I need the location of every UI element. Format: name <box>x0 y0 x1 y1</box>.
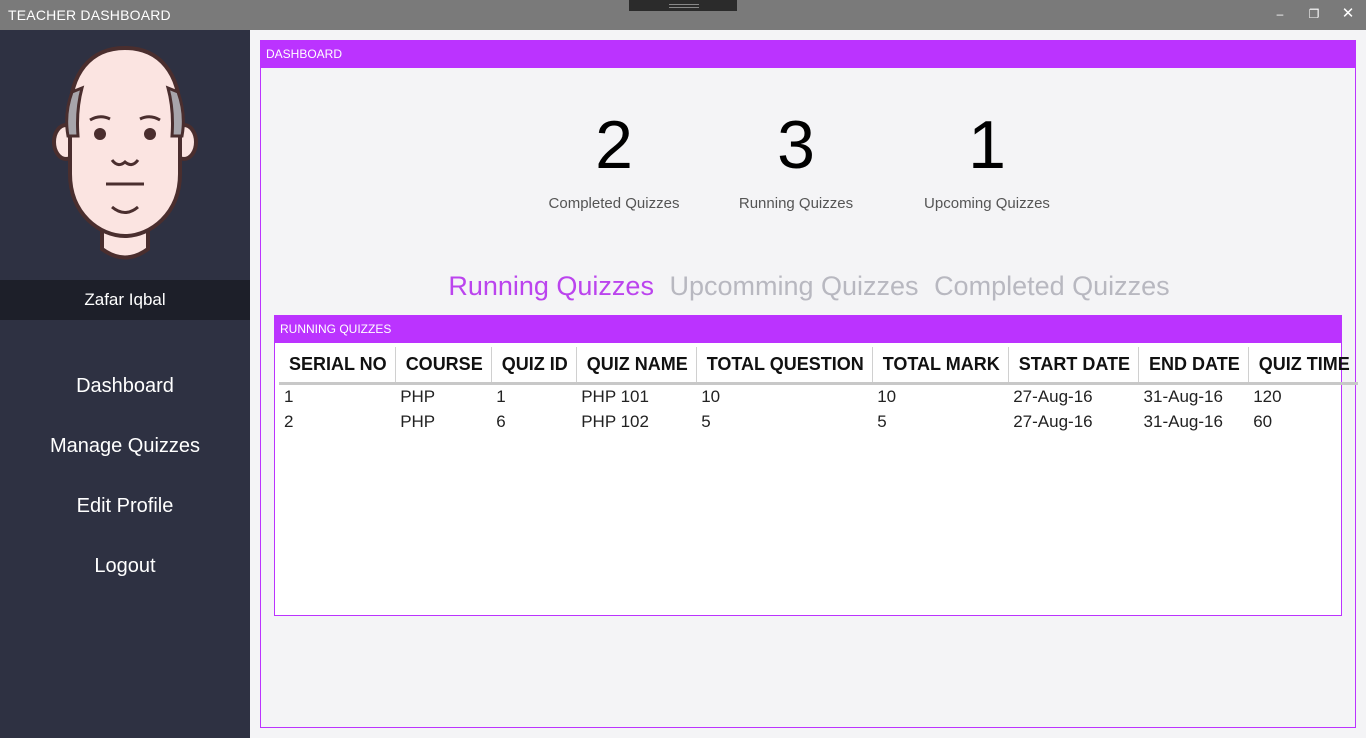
table-cell: 31-Aug-16 <box>1143 412 1223 431</box>
nav-dashboard[interactable]: Dashboard <box>0 366 250 406</box>
user-name: Zafar Iqbal <box>0 280 250 320</box>
table-cell: 120 <box>1253 386 1282 406</box>
close-icon[interactable]: ✕ <box>1340 6 1356 22</box>
column-header[interactable]: SERIAL NO <box>279 347 396 385</box>
column-header[interactable]: QUIZ NAME <box>576 347 697 385</box>
drag-handle[interactable] <box>629 0 737 11</box>
minimize-icon[interactable]: – <box>1272 6 1288 22</box>
stat-running-value: 3 <box>777 107 815 183</box>
tab-completed-quizzes[interactable]: Completed Quizzes <box>934 271 1170 302</box>
running-quizzes-header: RUNNING QUIZZES <box>275 316 1341 343</box>
column-header[interactable]: END DATE <box>1138 347 1249 385</box>
stat-completed-label: Completed Quizzes <box>548 195 680 212</box>
table-cell: 10 <box>701 386 721 406</box>
tab-upcoming-quizzes[interactable]: Upcomming Quizzes <box>669 271 918 302</box>
dashboard-panel: DASHBOARD 2 Completed Quizzes 3 Running … <box>260 40 1358 728</box>
table-cell: 27-Aug-16 <box>1013 386 1093 406</box>
table-row[interactable]: 1 PHP 1 PHP 101 10 10 27-Aug-16 31-Aug-1… <box>279 383 1358 409</box>
table-row[interactable]: 2 PHP 6 PHP 102 5 5 27-Aug-16 31-Aug-16 … <box>279 409 1358 435</box>
stat-upcoming-label: Upcoming Quizzes <box>924 195 1050 212</box>
stat-completed: 2 Completed Quizzes <box>526 109 702 212</box>
column-header[interactable]: START DATE <box>1008 347 1140 385</box>
tab-running-quizzes[interactable]: Running Quizzes <box>448 271 654 302</box>
column-header[interactable]: QUIZ TIME <box>1248 347 1358 385</box>
stat-completed-value: 2 <box>595 107 633 183</box>
dashboard-header: DASHBOARD <box>261 41 1355 68</box>
table-cell: PHP <box>400 412 436 431</box>
avatar <box>52 45 198 260</box>
nav-edit-profile[interactable]: Edit Profile <box>0 486 250 526</box>
sidebar: Zafar Iqbal Dashboard Manage Quizzes Edi… <box>0 30 250 738</box>
table-cell: 5 <box>877 412 887 431</box>
column-header[interactable]: COURSE <box>395 347 492 385</box>
running-quizzes-table: SERIAL NO COURSE QUIZ ID QUIZ NAME TOTAL… <box>279 347 1358 435</box>
table-cell: PHP 102 <box>581 412 649 431</box>
maximize-icon[interactable]: ❐ <box>1306 6 1322 22</box>
window-title: TEACHER DASHBOARD <box>8 7 171 23</box>
column-header[interactable]: TOTAL QUESTION <box>696 347 873 385</box>
nav-manage-quizzes[interactable]: Manage Quizzes <box>0 426 250 466</box>
stat-running: 3 Running Quizzes <box>724 109 868 212</box>
table-cell: 10 <box>877 386 897 406</box>
table-cell: 27-Aug-16 <box>1013 412 1093 431</box>
stat-upcoming: 1 Upcoming Quizzes <box>906 109 1068 212</box>
column-header[interactable]: TOTAL MARK <box>872 347 1009 385</box>
column-header[interactable]: QUIZ ID <box>491 347 577 385</box>
nav-logout[interactable]: Logout <box>0 546 250 586</box>
table-cell: PHP <box>400 386 436 406</box>
stat-running-label: Running Quizzes <box>738 195 854 212</box>
title-bar: TEACHER DASHBOARD – ❐ ✕ <box>0 0 1366 30</box>
running-quizzes-panel: RUNNING QUIZZES SERIAL NO COURSE QUIZ ID… <box>274 315 1358 616</box>
table-header-row: SERIAL NO COURSE QUIZ ID QUIZ NAME TOTAL… <box>279 347 1358 385</box>
table-cell: 6 <box>496 412 506 431</box>
table-cell: 5 <box>701 412 711 431</box>
table-cell: 1 <box>284 386 294 406</box>
table-cell: 1 <box>496 386 506 406</box>
table-cell: PHP 101 <box>581 386 649 406</box>
table-cell: 60 <box>1253 412 1273 431</box>
stat-upcoming-value: 1 <box>968 107 1006 183</box>
table-cell: 31-Aug-16 <box>1143 386 1223 406</box>
quiz-tabs: Running Quizzes Upcomming Quizzes Comple… <box>261 271 1357 302</box>
table-cell: 2 <box>284 412 294 431</box>
